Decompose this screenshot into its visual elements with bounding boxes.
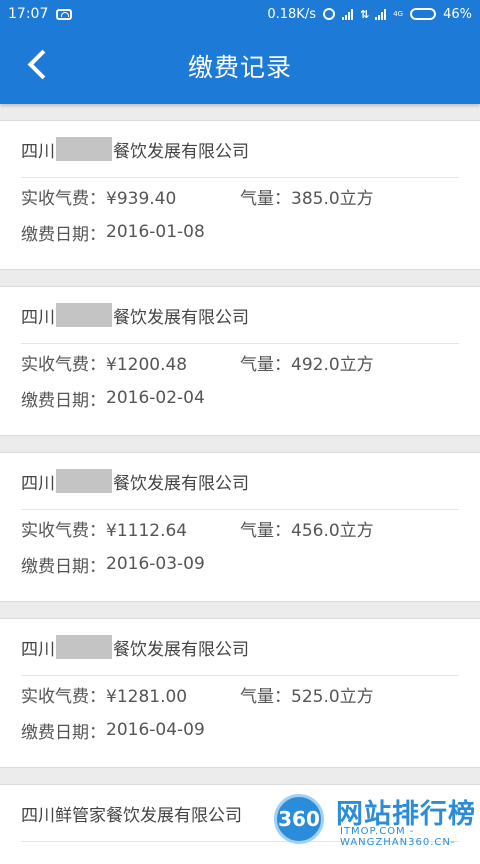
network-speed: 0.18K/s bbox=[267, 6, 316, 22]
volume-label: 气量： bbox=[240, 520, 291, 541]
volume-label: 气量： bbox=[240, 188, 291, 209]
redacted-block bbox=[56, 137, 112, 161]
volume-field: 气量：385.0立方 bbox=[240, 184, 374, 209]
date-row: 缴费日期： 2016-03-09 bbox=[21, 546, 459, 582]
volume-field: 气量：525.0立方 bbox=[240, 682, 374, 707]
amount-field: 实收气费：¥1281.00 bbox=[21, 682, 240, 707]
payment-record-card[interactable]: 四川 餐饮发展有限公司 实收气费：¥1112.64 气量：456.0立方 缴费日… bbox=[0, 452, 480, 602]
signal-strength-icon bbox=[341, 8, 353, 20]
date-label: 缴费日期： bbox=[21, 224, 106, 245]
company-full-name: 四川鲜管家餐饮发展有限公司 bbox=[21, 805, 242, 826]
company-prefix: 四川 bbox=[21, 473, 55, 494]
status-bar: 17:07 0.18K/s ⇅ 4G 46% bbox=[0, 0, 480, 28]
data-transfer-icon: ⇅ bbox=[359, 7, 369, 21]
payment-record-card[interactable]: 四川 餐饮发展有限公司 实收气费：¥939.40 气量：385.0立方 缴费日期… bbox=[0, 120, 480, 270]
amount-field: 实收气费：¥1112.64 bbox=[21, 516, 240, 541]
page-title: 缴费记录 bbox=[187, 53, 292, 82]
amount-volume-row: 实收气费：¥1112.64 气量：456.0立方 bbox=[21, 510, 459, 546]
date-label: 缴费日期： bbox=[21, 722, 106, 743]
amount-label: 实收气费： bbox=[21, 520, 106, 541]
company-suffix: 餐饮发展有限公司 bbox=[113, 307, 249, 328]
company-suffix: 餐饮发展有限公司 bbox=[113, 639, 249, 660]
amount-value: ¥1112.64 bbox=[106, 520, 188, 541]
amount-value: ¥1281.00 bbox=[106, 686, 188, 707]
amount-label: 实收气费： bbox=[21, 188, 106, 209]
volume-value: 525.0立方 bbox=[291, 686, 374, 707]
watermark-360-icon: 360 bbox=[274, 794, 324, 844]
company-prefix: 四川 bbox=[21, 639, 55, 660]
date-label: 缴费日期： bbox=[21, 390, 106, 411]
volume-value: 492.0立方 bbox=[291, 354, 374, 375]
app-header: 缴费记录 bbox=[0, 28, 480, 104]
payment-record-card[interactable]: 四川 餐饮发展有限公司 实收气费：¥1281.00 气量：525.0立方 缴费日… bbox=[0, 618, 480, 768]
date-value: 2016-04-09 bbox=[106, 720, 205, 740]
volume-field: 气量：456.0立方 bbox=[240, 516, 374, 541]
amount-label: 实收气费： bbox=[21, 686, 106, 707]
redacted-block bbox=[56, 303, 112, 327]
amount-field: 实收气费：¥939.40 bbox=[21, 184, 240, 209]
date-row: 缴费日期： 2016-01-08 bbox=[21, 214, 459, 250]
date-row: 缴费日期： 2016-04-09 bbox=[21, 712, 459, 748]
company-name: 四川 餐饮发展有限公司 bbox=[21, 453, 459, 510]
company-prefix: 四川 bbox=[21, 307, 55, 328]
company-name: 四川 餐饮发展有限公司 bbox=[21, 287, 459, 344]
volume-value: 385.0立方 bbox=[291, 188, 374, 209]
date-value: 2016-01-08 bbox=[106, 222, 205, 242]
amount-volume-row: 实收气费：¥1281.00 气量：525.0立方 bbox=[21, 676, 459, 712]
date-row: 缴费日期： 2016-02-04 bbox=[21, 380, 459, 416]
payment-record-card[interactable]: 四川 餐饮发展有限公司 实收气费：¥1200.48 气量：492.0立方 缴费日… bbox=[0, 286, 480, 436]
company-name: 四川 餐饮发展有限公司 bbox=[21, 619, 459, 676]
date-value: 2016-03-09 bbox=[106, 554, 205, 574]
date-value: 2016-02-04 bbox=[106, 388, 205, 408]
amount-value: ¥939.40 bbox=[106, 188, 177, 209]
company-suffix: 餐饮发展有限公司 bbox=[113, 141, 249, 162]
company-suffix: 餐饮发展有限公司 bbox=[113, 473, 249, 494]
back-arrow-icon bbox=[27, 49, 57, 79]
network-type-icon: 4G bbox=[393, 9, 404, 18]
status-time: 17:07 bbox=[8, 6, 49, 22]
date-label: 缴费日期： bbox=[21, 556, 106, 577]
watermark-url: ITMOP.COM -WANGZHAN360.CN- bbox=[340, 826, 456, 848]
company-name: 四川 餐饮发展有限公司 bbox=[21, 121, 459, 178]
company-prefix: 四川 bbox=[21, 141, 55, 162]
volume-label: 气量： bbox=[240, 686, 291, 707]
volume-value: 456.0立方 bbox=[291, 520, 374, 541]
volume-field: 气量：492.0立方 bbox=[240, 350, 374, 375]
amount-label: 实收气费： bbox=[21, 354, 106, 375]
redacted-block bbox=[56, 469, 112, 493]
amount-volume-row: 实收气费：¥939.40 气量：385.0立方 bbox=[21, 178, 459, 214]
amount-value: ¥1200.48 bbox=[106, 354, 188, 375]
cloud-notification-icon bbox=[56, 8, 73, 20]
volume-label: 气量： bbox=[240, 354, 291, 375]
watermark-logo: 360 网站排行榜 ITMOP.COM -WANGZHAN360.CN- bbox=[270, 786, 480, 853]
amount-field: 实收气费：¥1200.48 bbox=[21, 350, 240, 375]
amount-volume-row: 实收气费：¥1200.48 气量：492.0立方 bbox=[21, 344, 459, 380]
redacted-block bbox=[56, 635, 112, 659]
battery-icon bbox=[410, 8, 437, 20]
back-button[interactable] bbox=[16, 42, 60, 86]
mobile-signal-icon bbox=[375, 8, 387, 20]
battery-percentage: 46% bbox=[443, 6, 472, 22]
alarm-icon bbox=[322, 8, 335, 20]
payment-record-list[interactable]: 四川 餐饮发展有限公司 实收气费：¥939.40 气量：385.0立方 缴费日期… bbox=[0, 104, 480, 864]
